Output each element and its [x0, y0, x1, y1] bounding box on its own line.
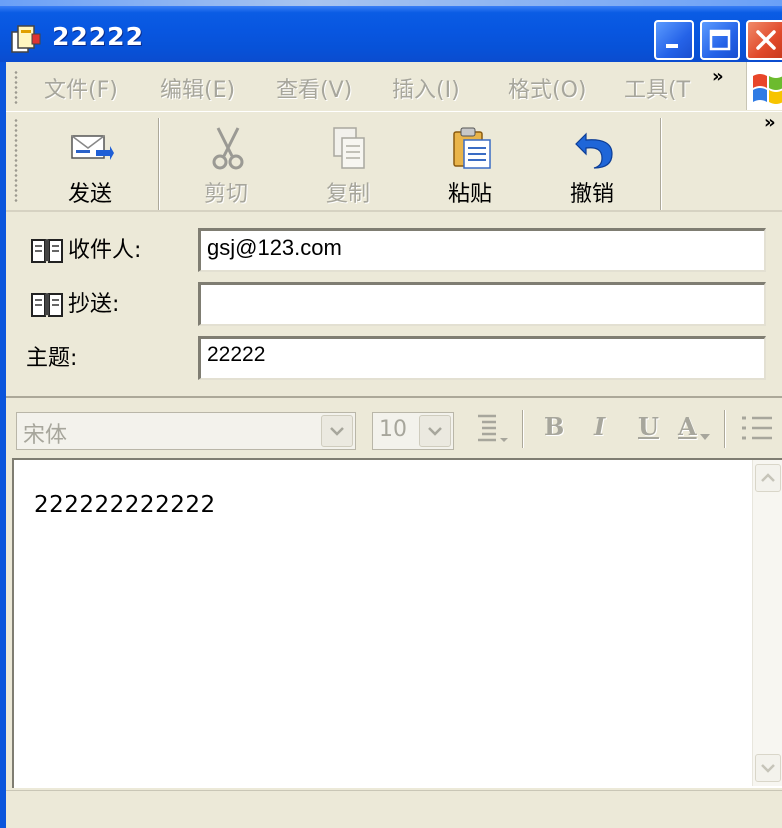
windows-logo [746, 62, 782, 110]
undo-label: 撤销 [569, 182, 614, 207]
send-icon [71, 135, 114, 160]
toolbar-overflow-chevron[interactable]: » [764, 112, 776, 133]
paragraph-style-icon[interactable] [476, 412, 512, 446]
scroll-up-button[interactable] [755, 464, 781, 492]
font-color-dropdown-icon[interactable] [700, 434, 710, 442]
cc-field[interactable] [198, 282, 766, 326]
copy-label: 复制 [325, 182, 370, 207]
menu-bar: 文件(F) 编辑(E) 查看(V) 插入(I) 格式(O) 工具(T » [6, 62, 782, 112]
minimize-button[interactable] [654, 20, 694, 60]
minimize-icon [666, 44, 678, 48]
address-book-icon[interactable] [30, 290, 64, 318]
address-book-icon[interactable] [30, 236, 64, 264]
menu-file[interactable]: 文件(F) [44, 72, 118, 104]
chevron-down-icon [428, 427, 442, 436]
italic-button[interactable]: I [594, 412, 605, 441]
paste-label: 粘贴 [447, 182, 492, 207]
menu-format[interactable]: 格式(O) [508, 72, 586, 104]
cut-button[interactable]: 剪切 [172, 120, 280, 208]
new-message-icon [11, 25, 41, 53]
window-title: 22222 [52, 22, 144, 51]
close-icon [756, 30, 776, 50]
font-name-dropdown[interactable] [321, 415, 353, 447]
maximize-button[interactable] [700, 20, 740, 60]
menu-bar-grip[interactable] [14, 70, 18, 104]
font-size-value: 10 [379, 417, 407, 442]
paste-button[interactable]: 粘贴 [416, 120, 524, 208]
format-separator [724, 410, 726, 448]
cut-label: 剪切 [203, 182, 248, 207]
scissors-icon [212, 127, 244, 170]
undo-icon [575, 132, 613, 169]
chevron-down-icon [330, 427, 344, 436]
menu-edit[interactable]: 编辑(E) [160, 72, 235, 104]
close-button[interactable] [746, 20, 782, 60]
toolbar: 发送 剪切 复制 粘贴 撤销 » [6, 112, 782, 212]
font-size-dropdown[interactable] [419, 415, 451, 447]
copy-icon [333, 127, 365, 169]
format-toolbar: 宋体 10 B I U A [6, 396, 782, 458]
toolbar-separator [158, 118, 160, 210]
menu-tools[interactable]: 工具(T [624, 72, 700, 104]
title-bar[interactable]: 22222 [0, 0, 782, 62]
scroll-down-button[interactable] [755, 754, 781, 782]
undo-button[interactable]: 撤销 [538, 120, 646, 208]
numbered-list-icon[interactable] [740, 412, 774, 446]
cc-label[interactable]: 抄送: [68, 286, 119, 318]
font-name-select[interactable]: 宋体 [16, 412, 356, 450]
subject-label: 主题: [26, 346, 78, 371]
toolbar-grip[interactable] [14, 118, 18, 204]
message-header: 收件人: gsj@123.com 抄送: 主题: 22222 [6, 214, 782, 390]
send-label: 发送 [67, 182, 112, 207]
to-field[interactable]: gsj@123.com [198, 228, 766, 272]
copy-button[interactable]: 复制 [294, 120, 402, 208]
paste-icon [453, 127, 491, 169]
menu-overflow-chevron[interactable]: » [712, 66, 724, 87]
message-body-text[interactable]: 222222222222 [34, 492, 216, 518]
send-button[interactable]: 发送 [36, 120, 144, 208]
message-body-editor[interactable]: 222222222222 [12, 458, 782, 788]
maximize-icon [709, 29, 731, 51]
toolbar-separator [660, 118, 662, 210]
menu-insert[interactable]: 插入(I) [392, 72, 460, 104]
font-name-value: 宋体 [23, 423, 68, 448]
bold-button[interactable]: B [544, 412, 564, 441]
underline-button[interactable]: U [638, 412, 659, 441]
to-label[interactable]: 收件人: [68, 232, 141, 264]
format-separator [522, 410, 524, 448]
font-size-select[interactable]: 10 [372, 412, 454, 450]
font-color-button[interactable]: A [678, 412, 697, 441]
vertical-scrollbar[interactable] [752, 460, 782, 786]
chevron-down-icon [761, 764, 775, 773]
chevron-up-icon [761, 473, 775, 482]
status-bar [6, 790, 782, 828]
title-bar-highlight [0, 0, 782, 6]
windows-flag-icon [753, 74, 782, 104]
menu-view[interactable]: 查看(V) [276, 72, 352, 104]
subject-field[interactable]: 22222 [198, 336, 766, 380]
